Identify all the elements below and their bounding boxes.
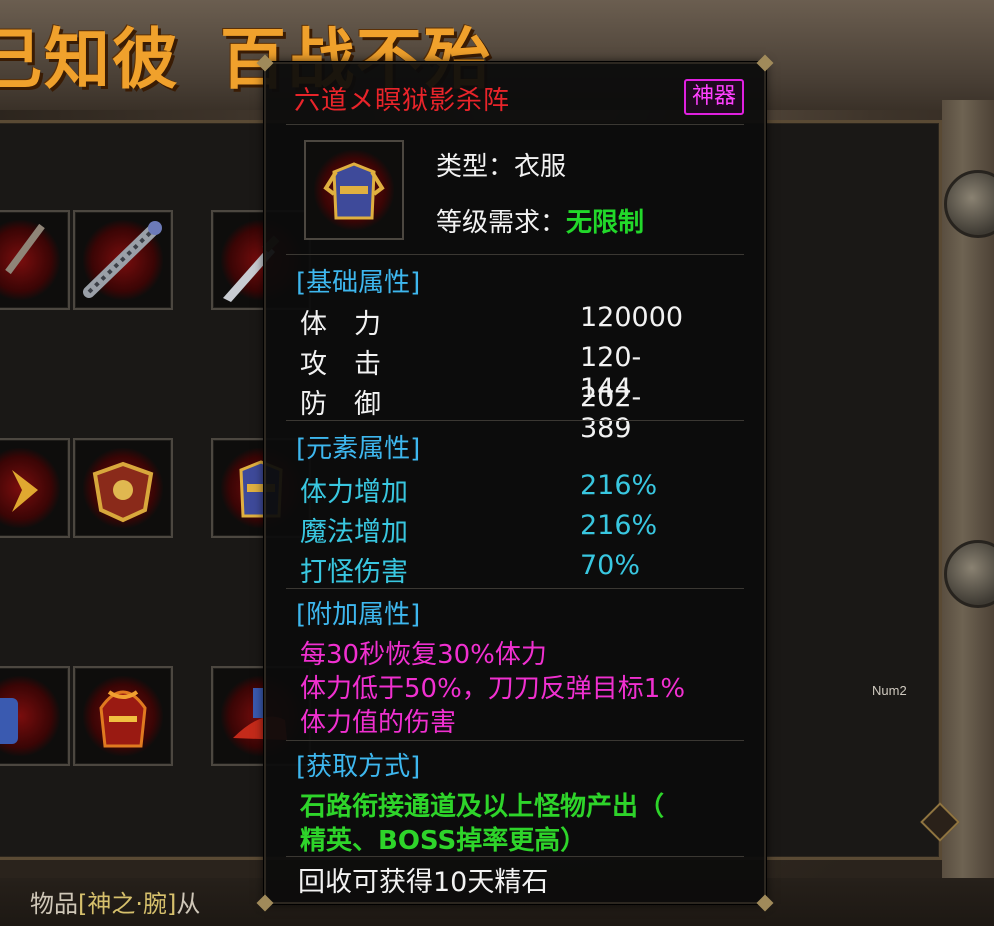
- armor-robe-icon: [323, 162, 385, 220]
- level-value: 无限制: [566, 208, 645, 238]
- attribute-value: 216%: [580, 510, 658, 541]
- inventory-slot[interactable]: [73, 666, 173, 766]
- attribute-value: 202-389: [580, 382, 642, 444]
- chat-prefix: 物品: [30, 890, 78, 918]
- divider: [286, 124, 744, 125]
- extra-attribute-line: 每30秒恢复30%体力: [300, 640, 547, 670]
- item-icon-frame: [304, 140, 404, 240]
- base-attributes-header: [基础属性]: [296, 268, 421, 298]
- attribute-key: 打怪伤害: [300, 557, 408, 588]
- attribute-key: 魔法增加: [300, 517, 408, 548]
- hotkey-label: Num2: [872, 683, 907, 698]
- golden-armor-icon: [92, 461, 154, 523]
- inventory-slot[interactable]: [0, 210, 70, 310]
- staff-icon: [5, 223, 45, 275]
- blue-gauntlet-icon: [0, 698, 18, 744]
- item-type: 类型：衣服: [436, 152, 567, 182]
- banner-left-text: 己知彼: [0, 20, 180, 98]
- attribute-value: 216%: [580, 470, 658, 501]
- rarity-badge: 神器: [684, 79, 744, 115]
- attribute-key: 体力增加: [300, 477, 408, 508]
- extra-attributes-header: [附加属性]: [296, 600, 421, 630]
- inventory-slot[interactable]: [0, 438, 70, 538]
- attribute-key: 体 力: [300, 309, 381, 340]
- inventory-slot[interactable]: [0, 666, 70, 766]
- extra-attribute-line: 体力值的伤害: [300, 708, 457, 738]
- divider: [286, 420, 744, 421]
- attribute-key: 防 御: [300, 389, 381, 420]
- demon-helmet-icon: [99, 690, 147, 748]
- golden-wing-icon: [12, 470, 38, 512]
- chat-bracket-close: ]: [167, 890, 177, 918]
- spiked-mace-icon: [83, 221, 162, 298]
- divider: [286, 588, 744, 589]
- source-line: 石路衔接通道及以上怪物产出（: [300, 792, 665, 822]
- source-line: 精英、BOSS掉率更高）: [300, 826, 587, 856]
- recycle-info: 回收可获得10天精石: [298, 867, 549, 898]
- divider: [286, 254, 744, 255]
- attribute-key: 攻 击: [300, 349, 381, 380]
- chat-message: 物品[神之·腕]从: [30, 884, 200, 919]
- item-title: 六道メ瞑狱影杀阵: [294, 86, 511, 116]
- attribute-value: 120000: [580, 302, 684, 333]
- divider: [286, 740, 744, 741]
- element-attributes-header: [元素属性]: [296, 434, 421, 464]
- item-tooltip: 六道メ瞑狱影杀阵 神器 类型：衣服 等级需求：无限制 [基础属性] 体 力 12…: [256, 54, 774, 912]
- chat-bracket-open: [: [78, 890, 88, 918]
- inventory-slot[interactable]: [73, 210, 173, 310]
- extra-attribute-line: 体力低于50%，刀刀反弹目标1%: [300, 674, 686, 704]
- level-requirement: 等级需求：无限制: [436, 202, 644, 239]
- divider: [286, 856, 744, 857]
- inventory-slot[interactable]: [73, 438, 173, 538]
- source-header: [获取方式]: [296, 752, 421, 782]
- attribute-value: 70%: [580, 550, 641, 581]
- chat-item-link[interactable]: 神之·腕: [87, 890, 167, 918]
- level-label: 等级需求：: [436, 208, 567, 238]
- chat-suffix: 从: [176, 890, 201, 918]
